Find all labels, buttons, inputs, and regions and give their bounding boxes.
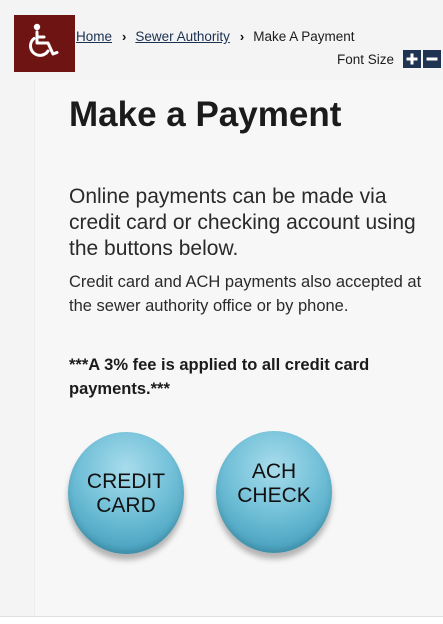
accessibility-button[interactable]: [14, 15, 75, 72]
credit-card-payment-button[interactable]: CREDIT CARD: [68, 432, 184, 554]
breadcrumb-sewer-authority-link[interactable]: Sewer Authority: [135, 29, 230, 44]
font-size-label: Font Size: [336, 51, 394, 67]
minus-icon: [426, 57, 438, 61]
ach-check-button-label: ACH CHECK: [237, 460, 311, 507]
credit-card-button-label: CREDIT CARD: [86, 470, 166, 517]
breadcrumb-home-link[interactable]: Home: [76, 29, 112, 44]
page: Home › Sewer Authority › Make A Payment …: [0, 0, 443, 624]
bottom-divider: [0, 616, 443, 624]
office-payment-note: Credit card and ACH payments also accept…: [69, 273, 422, 315]
credit-card-fee-note: ***A 3% fee is applied to all credit car…: [69, 356, 370, 398]
breadcrumb-current: Make A Payment: [253, 29, 355, 44]
ach-check-payment-button[interactable]: ACH CHECK: [216, 431, 332, 553]
font-increase-button[interactable]: [403, 50, 421, 68]
plus-icon: [406, 53, 418, 65]
page-title: Make a Payment: [69, 95, 342, 134]
lead-paragraph: Online payments can be made via credit c…: [69, 185, 416, 260]
font-decrease-button[interactable]: [423, 50, 441, 68]
wheelchair-icon: [28, 23, 62, 64]
breadcrumb-separator: ›: [122, 29, 127, 44]
breadcrumb: Home › Sewer Authority › Make A Payment: [76, 29, 355, 44]
breadcrumb-separator: ›: [239, 29, 245, 44]
font-size-control: Font Size: [337, 50, 441, 68]
